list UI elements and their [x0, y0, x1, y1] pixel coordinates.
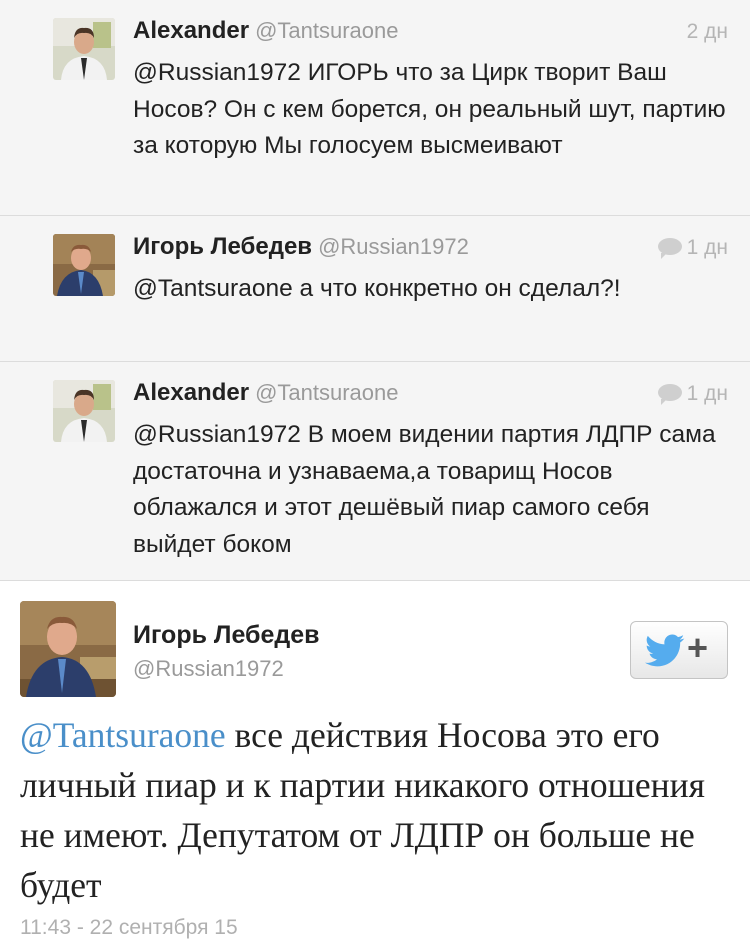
reply-1-text: @Russian1972 ИГОРЬ что за Цирк творит Ва…	[133, 59, 726, 159]
reply-1-handle[interactable]: @Tantsuraone	[255, 18, 398, 43]
conversation-bubble-icon	[657, 237, 682, 259]
reply-tweet-3[interactable]: Alexander @Tantsuraone 1 дн @Russian1972 …	[0, 362, 750, 581]
reply-1-author[interactable]: Alexander @Tantsuraone	[133, 17, 398, 45]
reply-2-time: 1 дн	[686, 236, 728, 259]
follow-button[interactable]: +	[630, 621, 728, 679]
reply-3-name[interactable]: Alexander	[133, 379, 249, 406]
main-tweet-text: @Tantsuraone все действия Носова это его…	[20, 710, 710, 910]
reply-2-time-wrap: 1 дн	[657, 236, 728, 260]
reply-3-time: 1 дн	[686, 382, 728, 405]
reply-2-handle[interactable]: @Russian1972	[318, 234, 469, 259]
reply-2-text: @Tantsuraone а что конкретно он сделал?!	[133, 275, 621, 302]
main-tweet-mention[interactable]: @Tantsuraone	[20, 715, 226, 755]
reply-3-text: @Russian1972 В моем видении партия ЛДПР …	[133, 421, 716, 558]
avatar-alexander[interactable]	[53, 380, 115, 442]
reply-1-name[interactable]: Alexander	[133, 17, 249, 44]
main-tweet-name[interactable]: Игорь Лебедев	[133, 621, 320, 650]
main-tweet-timestamp: 11:43 - 22 сентября 15	[20, 916, 238, 939]
reply-2-name[interactable]: Игорь Лебедев	[133, 233, 312, 260]
reply-3-time-wrap: 1 дн	[657, 382, 728, 406]
main-tweet: Игорь Лебедев @Russian1972 + @Tantsuraon…	[0, 581, 750, 939]
avatar-alexander[interactable]	[53, 18, 115, 80]
reply-1-time: 2 дн	[686, 20, 728, 43]
reply-3-handle[interactable]: @Tantsuraone	[255, 380, 398, 405]
reply-3-author[interactable]: Alexander @Tantsuraone	[133, 379, 398, 407]
reply-2-author[interactable]: Игорь Лебедев @Russian1972	[133, 233, 469, 261]
reply-tweet-1[interactable]: Alexander @Tantsuraone 2 дн @Russian1972 …	[0, 0, 750, 216]
conversation-thread: Alexander @Tantsuraone 2 дн @Russian1972 …	[0, 0, 750, 581]
avatar-igor-small[interactable]	[53, 234, 115, 296]
twitter-bird-icon	[645, 634, 685, 667]
conversation-bubble-icon	[657, 383, 682, 405]
follow-plus-label: +	[687, 627, 709, 668]
reply-tweet-2[interactable]: Игорь Лебедев @Russian1972 1 дн @Tantsura…	[0, 216, 750, 362]
avatar-igor-large[interactable]	[20, 601, 116, 697]
main-tweet-handle[interactable]: @Russian1972	[133, 656, 284, 682]
